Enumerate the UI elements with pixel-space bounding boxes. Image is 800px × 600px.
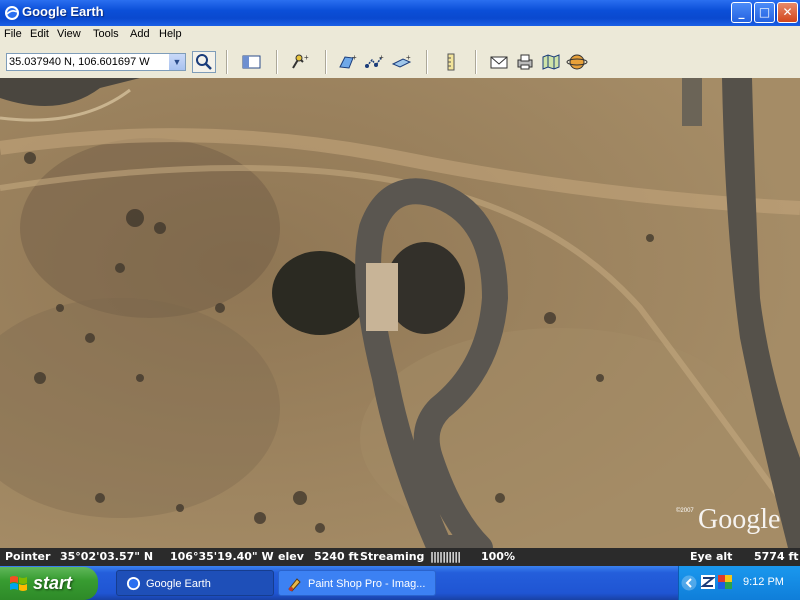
print-button[interactable] (514, 52, 536, 72)
sidebar-button[interactable] (241, 52, 263, 72)
google-watermark: Google (698, 504, 780, 535)
sky-button[interactable] (566, 52, 588, 72)
tray-color-icon[interactable] (718, 575, 732, 589)
menu-tools[interactable]: Tools (93, 28, 119, 40)
polygon-button[interactable]: + (337, 52, 359, 72)
email-icon (490, 56, 508, 69)
menu-edit[interactable]: Edit (30, 28, 49, 40)
eye-altitude-value: 5774 ft (754, 550, 799, 563)
polygon-icon: + (339, 53, 357, 69)
task-label: Paint Shop Pro - Imag... (308, 578, 426, 590)
search-icon (196, 54, 212, 70)
taskbar: start Google Earth Paint Shop Pro - Imag… (0, 566, 800, 600)
task-google-earth[interactable]: Google Earth (116, 570, 274, 596)
elevation-value: 5240 ft (314, 550, 359, 563)
close-button[interactable]: ✕ (777, 2, 798, 23)
ruler-icon (447, 53, 455, 71)
maximize-button[interactable]: □ (754, 2, 775, 23)
clock: 9:12 PM (743, 576, 784, 588)
system-tray: 9:12 PM (678, 566, 800, 600)
svg-text:+: + (406, 53, 411, 62)
svg-text:+: + (379, 53, 384, 62)
ruler-button[interactable] (440, 52, 462, 72)
pointer-longitude: 106°35'19.40" W (170, 550, 274, 563)
window-title: Google Earth (22, 4, 104, 19)
email-button[interactable] (488, 52, 510, 72)
title-bar: Google Earth _ □ ✕ (0, 0, 800, 26)
satellite-imagery[interactable]: ©2007 Google (0, 78, 800, 548)
paint-shop-pro-icon (288, 578, 301, 592)
google-earth-logo-icon (126, 576, 141, 591)
menu-bar: File Edit View Tools Add Help (0, 26, 800, 44)
start-button[interactable]: start (0, 567, 98, 600)
sky-icon (566, 54, 588, 70)
svg-text:+: + (352, 53, 357, 62)
tray-app-icon[interactable] (701, 575, 715, 589)
elevation-label: elev (278, 550, 304, 563)
eye-altitude-label: Eye alt (690, 550, 733, 563)
start-label: start (33, 573, 73, 593)
map-view[interactable]: ©2007 Google (0, 78, 800, 548)
maps-button[interactable] (540, 52, 562, 72)
svg-text:+: + (304, 53, 309, 62)
menu-view[interactable]: View (57, 28, 81, 40)
menu-help[interactable]: Help (159, 28, 182, 40)
print-icon (517, 54, 533, 70)
image-overlay-icon: + (391, 53, 412, 68)
map-copyright: ©2007 (676, 507, 694, 514)
chevron-left-icon[interactable] (681, 575, 697, 591)
streaming-bar: |||||||||| (430, 550, 461, 563)
maps-icon (542, 54, 560, 70)
task-paint-shop-pro[interactable]: Paint Shop Pro - Imag... (278, 570, 436, 596)
pointer-latitude: 35°02'03.57" N (60, 550, 154, 563)
menu-file[interactable]: File (4, 28, 22, 40)
placemark-button[interactable]: + (289, 52, 311, 72)
windows-logo-icon (10, 576, 27, 591)
image-overlay-button[interactable]: + (391, 52, 413, 72)
sidebar-icon (242, 55, 261, 69)
google-earth-logo-icon (5, 6, 19, 20)
placemark-icon: + (292, 53, 309, 69)
streaming-percent: 100% (481, 550, 515, 563)
pointer-label: Pointer (5, 550, 51, 563)
toolbar: 35.037940 N, 106.601697 W ▼ + + + + (0, 44, 800, 79)
path-icon: + (365, 53, 384, 68)
task-label: Google Earth (146, 578, 211, 590)
status-bar: Pointer 35°02'03.57" N 106°35'19.40" W e… (0, 548, 800, 566)
search-input[interactable]: 35.037940 N, 106.601697 W ▼ (6, 53, 186, 71)
streaming-label: Streaming (360, 550, 425, 563)
minimize-button[interactable]: _ (731, 2, 752, 23)
search-value: 35.037940 N, 106.601697 W (9, 56, 150, 68)
chevron-down-icon[interactable]: ▼ (169, 54, 185, 70)
path-button[interactable]: + (364, 52, 386, 72)
search-button[interactable] (192, 51, 216, 73)
menu-add[interactable]: Add (130, 28, 150, 40)
